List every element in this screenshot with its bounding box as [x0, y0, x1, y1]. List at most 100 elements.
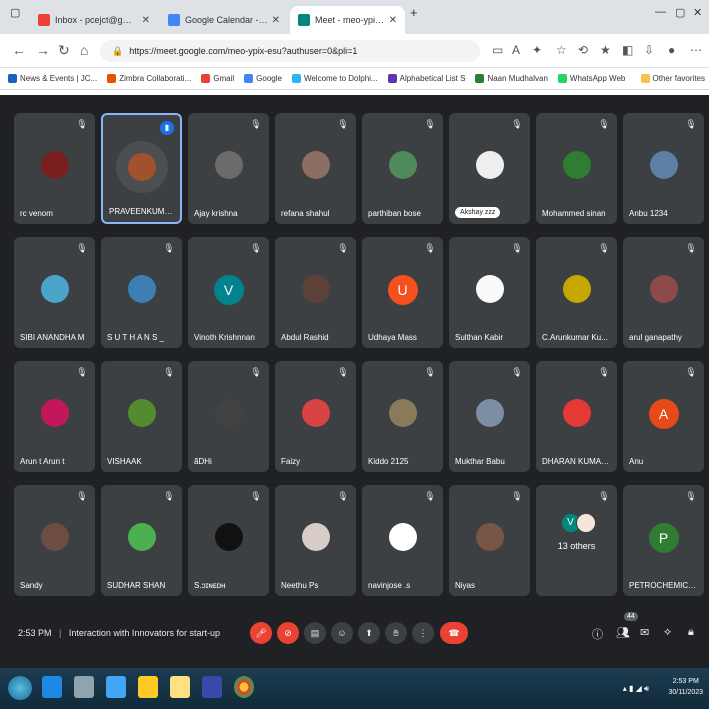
- participant-tile[interactable]: 🎙︎ P PETROCHEMICA...: [623, 485, 704, 596]
- participant-tile[interactable]: 🎙︎ SIBI ANANDHA M: [14, 237, 95, 348]
- muted-mic-icon: 🎙︎: [598, 119, 610, 129]
- start-button[interactable]: [8, 676, 32, 700]
- meet-stage: 🎙︎ rc venom ▮ PRAVEENKUMAR J 🎙︎ Ajay krishna 🎙…: [0, 95, 709, 668]
- app-icon[interactable]: [202, 676, 222, 698]
- favorites-icon[interactable]: ★: [600, 43, 611, 57]
- bookmark-item[interactable]: Alphabetical List S: [387, 74, 465, 83]
- participant-tile[interactable]: 🎙︎ Arun t Arun t: [14, 361, 95, 472]
- participant-tile[interactable]: 🎙︎ Mukthar Babu: [449, 361, 530, 472]
- edge-icon[interactable]: [42, 676, 62, 698]
- participant-name: C.Arunkumar Ku...: [542, 333, 608, 342]
- participant-tile[interactable]: 🎙︎ parthiban bose: [362, 113, 443, 224]
- refresh-icon[interactable]: ↻: [58, 42, 70, 59]
- participant-tile[interactable]: 🎙︎ Sandy: [14, 485, 95, 596]
- browser-tab[interactable]: Meet - meo-ypix-esu ✕: [290, 6, 405, 34]
- bookmark-icon: [387, 74, 397, 83]
- tab-close-icon[interactable]: ✕: [142, 15, 150, 26]
- camera-off-button[interactable]: ⊘: [277, 622, 299, 644]
- notes-icon[interactable]: [170, 676, 190, 698]
- avatar: [562, 275, 591, 303]
- chrome-icon[interactable]: [234, 676, 254, 698]
- participant-tile[interactable]: 🎙︎ Neethu Ps: [275, 485, 356, 596]
- emoji-button[interactable]: ☺: [331, 622, 353, 644]
- mic-off-button[interactable]: 🎤︎: [250, 622, 272, 644]
- leave-call-button[interactable]: ☎︎: [440, 622, 468, 644]
- other-favorites[interactable]: Other favorites: [640, 74, 705, 83]
- participant-name: PRAVEENKUMAR J: [109, 207, 176, 216]
- bookmark-item[interactable]: Gmail: [201, 74, 234, 83]
- downloads-icon[interactable]: ⇩: [644, 43, 654, 57]
- participant-tile[interactable]: 🎙︎ navinjose .s: [362, 485, 443, 596]
- maximize-icon[interactable]: ▢: [675, 6, 685, 19]
- present-button[interactable]: ⬆: [358, 622, 380, 644]
- word-icon[interactable]: [106, 676, 126, 698]
- participant-tile[interactable]: 🎙︎ S U T H A N S _: [101, 237, 182, 348]
- participant-tile[interactable]: 🎙︎ V Vinoth Krishnnan: [188, 237, 269, 348]
- taskbar-clock[interactable]: 2:53 PM 30/11/2023: [668, 676, 703, 698]
- cast-icon[interactable]: ▭: [492, 43, 503, 57]
- bookmark-item[interactable]: WhatsApp Web: [557, 74, 625, 83]
- participant-tile[interactable]: 🎙︎ SUDHAR SHAN: [101, 485, 182, 596]
- participant-tile[interactable]: 🎙︎ A Anu: [623, 361, 704, 472]
- system-tray[interactable]: ▴ ▮ ◢ 🔊︎: [623, 684, 649, 694]
- bookmark-item[interactable]: News & Events | JC...: [8, 74, 97, 83]
- chat-icon[interactable]: ✉︎: [640, 626, 649, 639]
- participant-tile[interactable]: 🎙︎ Faizy: [275, 361, 356, 472]
- explorer-icon[interactable]: [74, 676, 94, 698]
- back-icon[interactable]: ←: [12, 42, 26, 58]
- bookmark-item[interactable]: Welcome to Dolphi...: [291, 74, 378, 83]
- bookmark-item[interactable]: Naan Mudhalvan: [475, 74, 548, 83]
- participant-tile[interactable]: 🎙︎ Kiddo 2125: [362, 361, 443, 472]
- new-tab-button[interactable]: +: [410, 5, 418, 20]
- close-window-icon[interactable]: ✕: [693, 6, 702, 19]
- favorite-star-icon[interactable]: ☆: [556, 43, 567, 57]
- participant-tile[interactable]: 🎙︎ C.Arunkumar Ku...: [536, 237, 617, 348]
- participant-tile[interactable]: 🎙︎ Anbu 1234: [623, 113, 704, 224]
- extensions-icon[interactable]: ✦: [532, 43, 542, 57]
- tab-close-icon[interactable]: ✕: [389, 15, 397, 26]
- participant-tile[interactable]: 🎙︎ Akshay zzz: [449, 113, 530, 224]
- host-controls-icon[interactable]: 🔒︎: [688, 626, 694, 639]
- participant-tile[interactable]: 🎙︎ VISHAAK: [101, 361, 182, 472]
- muted-mic-icon: 🎙︎: [163, 367, 175, 377]
- participant-tile[interactable]: 🎙︎ ãDHi: [188, 361, 269, 472]
- participant-tile[interactable]: 🎙︎ Sulthan Kabir: [449, 237, 530, 348]
- more-options-button[interactable]: ⋮: [412, 622, 434, 644]
- participant-tile[interactable]: 🎙︎ V 13 others: [536, 485, 617, 596]
- captions-button[interactable]: ▤: [304, 622, 326, 644]
- participant-tile[interactable]: 🎙︎ Mohammed sinan: [536, 113, 617, 224]
- tab-actions-icon[interactable]: ▢: [10, 6, 20, 19]
- avatar: [475, 151, 504, 179]
- browser-tab[interactable]: Google Calendar - Thursday, N ✕: [160, 6, 288, 34]
- profile-icon[interactable]: ●: [668, 43, 675, 57]
- bookmark-item[interactable]: Google: [244, 74, 282, 83]
- forward-icon[interactable]: →: [36, 42, 50, 58]
- home-icon[interactable]: ⌂: [80, 42, 88, 58]
- participant-tile[interactable]: 🎙︎ DHARAN KUMAR...: [536, 361, 617, 472]
- browser-tab[interactable]: Inbox - pcejct@gmail.com - Gm ✕: [30, 6, 158, 34]
- more-menu-icon[interactable]: ⋯: [690, 43, 702, 57]
- participant-tile[interactable]: 🎙︎ S.ɔɪɴᴇᴅʜ: [188, 485, 269, 596]
- history-icon[interactable]: ⟲: [578, 43, 588, 57]
- participant-tile[interactable]: 🎙︎ Ajay krishna: [188, 113, 269, 224]
- activities-icon[interactable]: ⟡: [664, 626, 671, 639]
- participant-name: Faizy: [281, 457, 301, 466]
- participant-tile[interactable]: 🎙︎ Niyas: [449, 485, 530, 596]
- minimize-icon[interactable]: —: [655, 6, 666, 18]
- participant-tile[interactable]: 🎙︎ Abdul Rashid: [275, 237, 356, 348]
- info-icon[interactable]: ⓘ: [592, 626, 603, 642]
- read-aloud-icon[interactable]: A: [512, 43, 520, 57]
- meeting-info: 2:53 PM | Interaction with Innovators fo…: [18, 628, 220, 638]
- address-bar[interactable]: 🔒 https://meet.google.com/meo-ypix-esu?a…: [100, 40, 480, 62]
- collections-icon[interactable]: ◧: [622, 43, 633, 57]
- people-icon[interactable]: 👥︎: [616, 626, 630, 639]
- bookmark-item[interactable]: Zimbra Collaborati...: [107, 74, 191, 83]
- participant-tile[interactable]: 🎙︎ refana shahul: [275, 113, 356, 224]
- participant-tile[interactable]: ▮ PRAVEENKUMAR J: [101, 113, 182, 224]
- tab-close-icon[interactable]: ✕: [272, 15, 280, 26]
- folder-icon[interactable]: [138, 676, 158, 698]
- participant-tile[interactable]: 🎙︎ rc venom: [14, 113, 95, 224]
- raise-hand-button[interactable]: ✋︎: [385, 622, 407, 644]
- participant-tile[interactable]: 🎙︎ U Udhaya Mass: [362, 237, 443, 348]
- participant-tile[interactable]: 🎙︎ arul ganapathy: [623, 237, 704, 348]
